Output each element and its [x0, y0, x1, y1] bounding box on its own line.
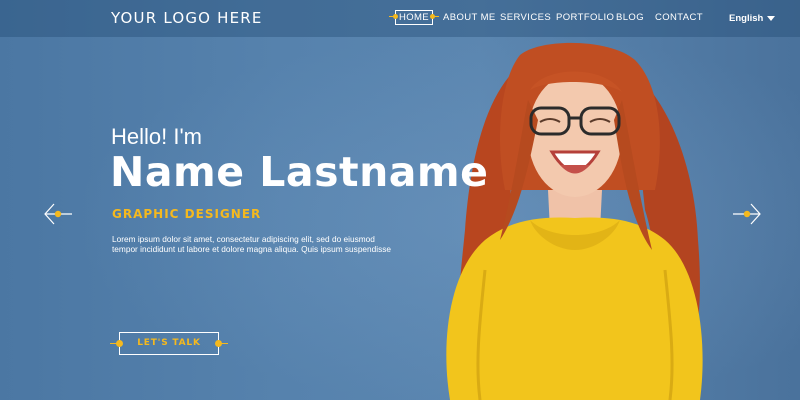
nav-blog[interactable]: BLOG: [616, 12, 644, 23]
hero-greeting: Hello! I'm: [111, 124, 202, 149]
hero-description: Lorem ipsum dolor sit amet, consectetur …: [112, 234, 392, 254]
lets-talk-label: LET'S TALK: [137, 338, 201, 348]
top-navigation-bar: YOUR LOGO HERE HOME ABOUT ME SERVICES PO…: [0, 0, 800, 37]
nav-home-frame: HOME: [389, 10, 439, 25]
caret-down-icon: [767, 15, 776, 21]
nav-services[interactable]: SERVICES: [500, 12, 551, 23]
hero-name: Name Lastname: [110, 148, 489, 196]
arrow-right-icon[interactable]: [733, 203, 761, 225]
nav-portfolio[interactable]: PORTFOLIO: [556, 12, 614, 23]
nav-home-label: HOME: [398, 12, 430, 23]
hero-photo: [446, 42, 703, 400]
lets-talk-button[interactable]: LET'S TALK: [110, 332, 228, 355]
site-logo[interactable]: YOUR LOGO HERE: [111, 9, 263, 27]
arrow-left-icon[interactable]: [44, 203, 72, 225]
language-selector[interactable]: English: [729, 13, 776, 24]
hero-role: GRAPHIC DESIGNER: [112, 207, 262, 221]
language-label: English: [729, 13, 764, 24]
nav-contact[interactable]: CONTACT: [655, 12, 703, 23]
nav-about-me[interactable]: ABOUT ME: [443, 12, 496, 23]
